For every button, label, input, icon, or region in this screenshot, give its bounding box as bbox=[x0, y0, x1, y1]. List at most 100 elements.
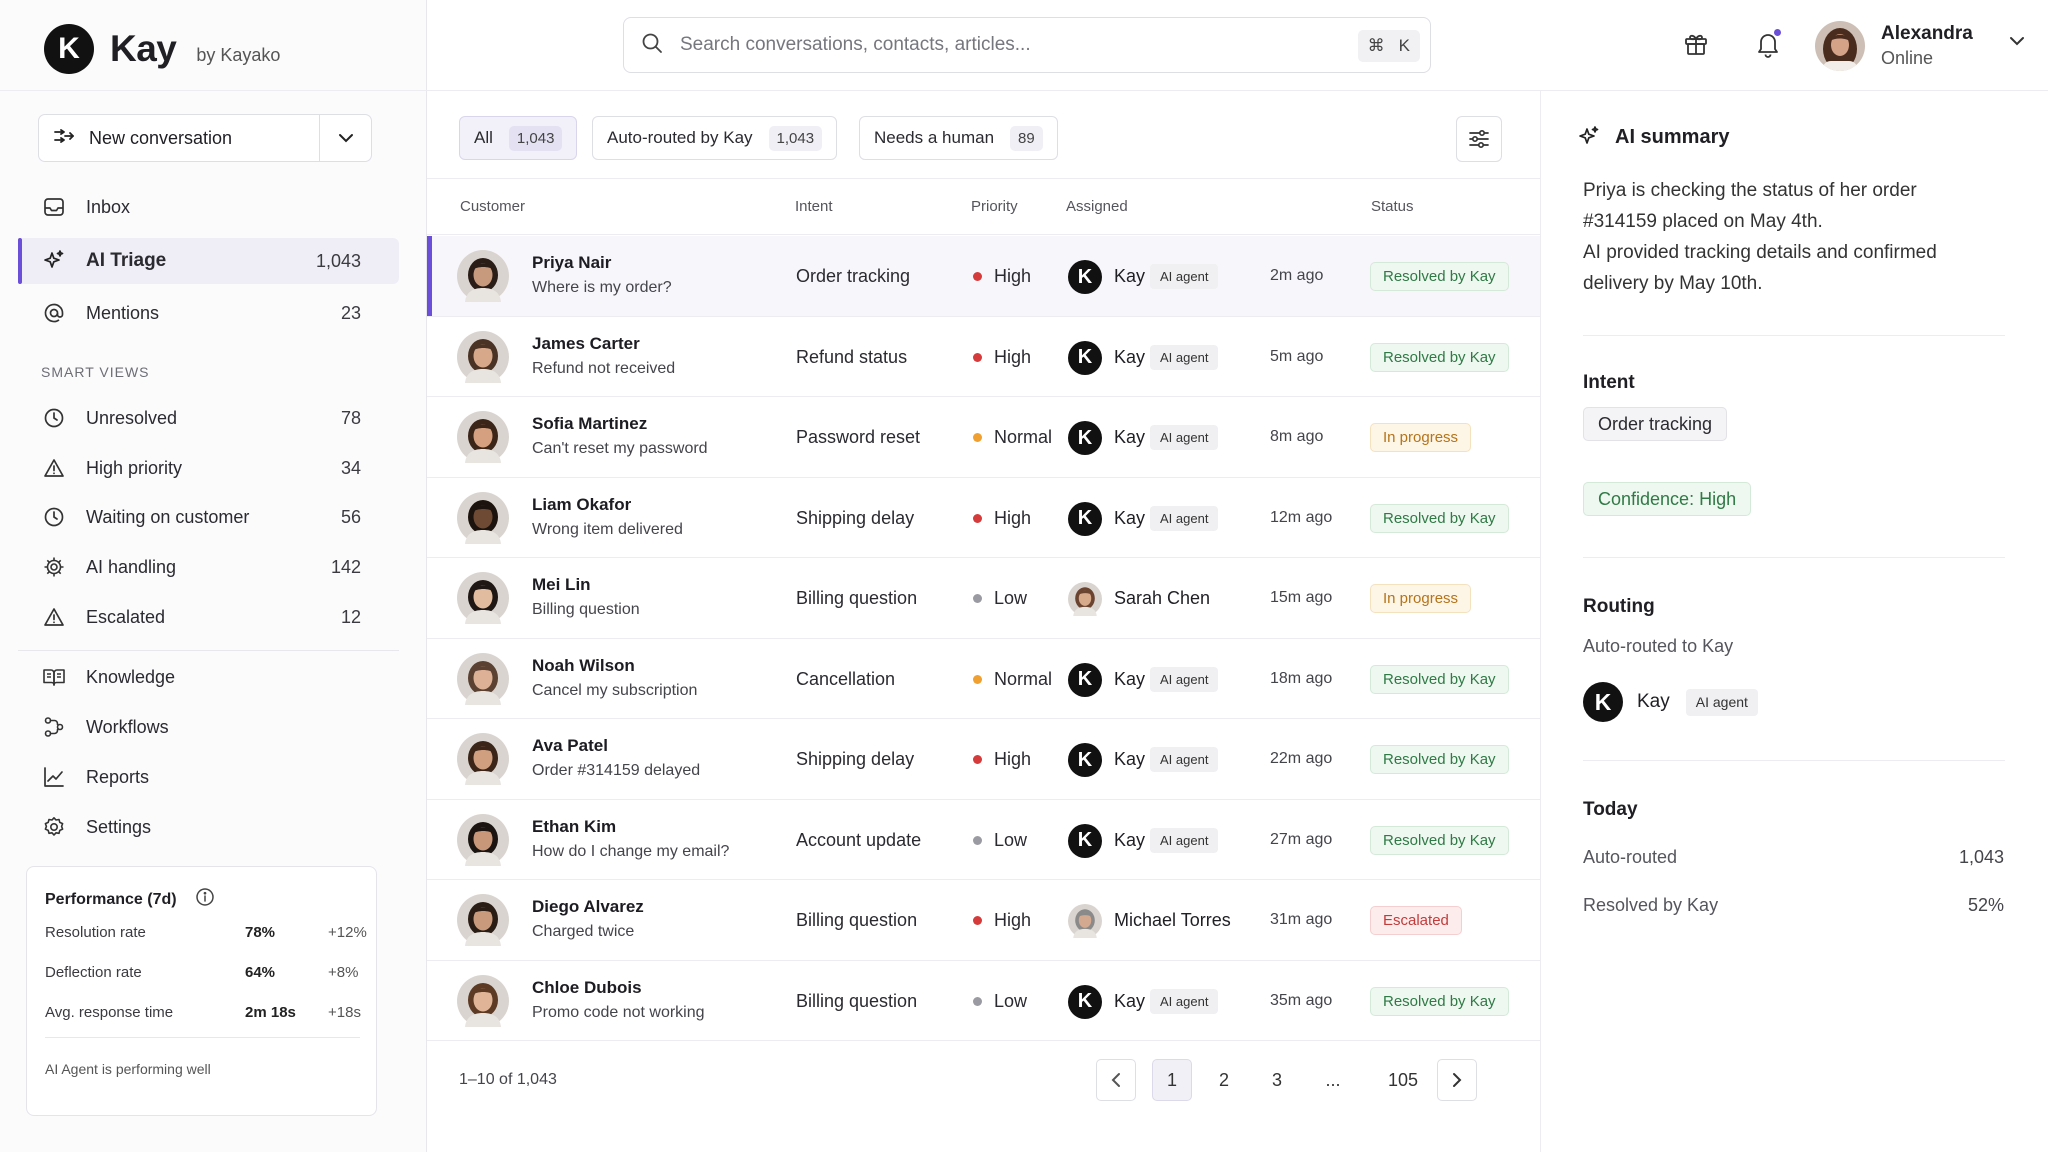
metric-delta: +8% bbox=[328, 964, 359, 981]
gift-button[interactable] bbox=[1680, 28, 1712, 60]
metric-delta: +18s bbox=[328, 1004, 361, 1021]
sidebar-item-label: Waiting on customer bbox=[86, 506, 250, 527]
ai-agent-tag: AI agent bbox=[1150, 425, 1219, 450]
time-ago: 15m ago bbox=[1270, 589, 1333, 606]
search-shortcut-hint: ⌘ K bbox=[1357, 30, 1420, 62]
sidebar-item-label: Workflows bbox=[86, 716, 169, 737]
table-row[interactable]: Diego Alvarez Charged twice Billing ques… bbox=[427, 880, 1540, 960]
new-conversation-button[interactable]: New conversation bbox=[39, 115, 319, 161]
sidebar-item-label: Settings bbox=[86, 816, 152, 837]
table-row[interactable]: Ethan Kim How do I change my email? Acco… bbox=[427, 800, 1540, 880]
routing-heading: Routing bbox=[1583, 596, 1655, 617]
pagination-page-1[interactable]: 1 bbox=[1152, 1059, 1192, 1101]
sidebar-item-ai-handling[interactable]: AI handling 142 bbox=[18, 544, 399, 590]
time-ago: 35m ago bbox=[1270, 991, 1333, 1009]
sidebar-item-waiting-on-customer[interactable]: Waiting on customer 56 bbox=[18, 494, 399, 540]
divider bbox=[1583, 335, 2005, 336]
sidebar-item-high-priority[interactable]: High priority 34 bbox=[18, 445, 399, 491]
filter-tab-auto-routed[interactable]: Auto-routed by Kay 1,043 bbox=[592, 116, 838, 160]
priority-label: High bbox=[994, 266, 1032, 286]
column-header-status[interactable]: Status bbox=[1371, 198, 1414, 215]
performance-title: Performance (7d) bbox=[45, 887, 215, 912]
status-badge: Resolved by Kay bbox=[1370, 825, 1509, 855]
sidebar-item-unresolved[interactable]: Unresolved 78 bbox=[18, 395, 399, 441]
ai-agent-tag: AI agent bbox=[1150, 827, 1219, 853]
table-row[interactable]: Chloe Dubois Promo code not working Bill… bbox=[427, 961, 1540, 1041]
table-row[interactable]: Ava Patel Order #314159 delayed Shipping… bbox=[427, 719, 1540, 799]
info-icon[interactable] bbox=[195, 887, 215, 912]
kay-avatar: K bbox=[1583, 682, 1623, 722]
table-row[interactable]: Liam Okafor Wrong item delivered Shippin… bbox=[427, 478, 1540, 558]
filter-settings-button[interactable] bbox=[1456, 116, 1502, 162]
shortcut-key: K bbox=[1398, 36, 1410, 55]
column-header-assigned[interactable]: Assigned bbox=[1066, 198, 1128, 215]
priority-label: Normal bbox=[994, 427, 1053, 447]
divider bbox=[0, 90, 427, 91]
kay-logo-icon: K bbox=[1068, 984, 1102, 1019]
pagination-page-3[interactable]: 3 bbox=[1257, 1059, 1297, 1101]
new-conversation-dropdown[interactable] bbox=[319, 115, 371, 161]
pagination-page-2[interactable]: 2 bbox=[1204, 1059, 1244, 1101]
metric-delta: +12% bbox=[328, 924, 367, 941]
priority-label: Low bbox=[994, 829, 1028, 850]
customer-subject: How do I change my email? bbox=[532, 842, 730, 860]
customer-subject: Refund not received bbox=[532, 359, 676, 377]
chart-icon bbox=[42, 765, 66, 789]
sidebar-item-label: Escalated bbox=[86, 606, 166, 627]
brand-logo[interactable]: K Kay by Kayako bbox=[44, 22, 280, 76]
new-conversation-label: New conversation bbox=[89, 127, 233, 148]
search-input[interactable] bbox=[680, 34, 1320, 56]
performance-row-deflection: Deflection rate 64% +8% bbox=[45, 964, 360, 988]
assignee-name: Kay bbox=[1114, 668, 1146, 689]
sidebar-item-count: 34 bbox=[340, 457, 361, 478]
pagination-page-last[interactable]: 105 bbox=[1378, 1059, 1428, 1101]
assignee-name: Kay bbox=[1114, 829, 1146, 850]
table-row[interactable]: Noah Wilson Cancel my subscription Cance… bbox=[427, 639, 1540, 719]
priority-cell: High bbox=[973, 266, 1031, 287]
table-row[interactable]: James Carter Refund not received Refund … bbox=[427, 317, 1540, 397]
customer-avatar bbox=[457, 894, 509, 946]
sidebar: K Kay by Kayako New conversation Inbox A… bbox=[0, 0, 427, 1152]
customer-name: Liam Okafor bbox=[532, 494, 632, 514]
sidebar-item-workflows[interactable]: Workflows bbox=[18, 704, 399, 750]
priority-cell: Normal bbox=[973, 427, 1052, 448]
column-header-intent[interactable]: Intent bbox=[795, 198, 833, 215]
table-row[interactable]: Priya Nair Where is my order? Order trac… bbox=[427, 236, 1540, 316]
sidebar-item-escalated[interactable]: Escalated 12 bbox=[18, 594, 399, 640]
inbox-icon bbox=[42, 195, 66, 219]
priority-cell: High bbox=[973, 508, 1031, 529]
sidebar-item-inbox[interactable]: Inbox bbox=[18, 184, 399, 230]
sidebar-item-settings[interactable]: Settings bbox=[18, 804, 399, 850]
table-row[interactable]: Sofia Martinez Can't reset my password P… bbox=[427, 397, 1540, 477]
table-row[interactable]: Mei Lin Billing question Billing questio… bbox=[427, 558, 1540, 638]
sidebar-item-reports[interactable]: Reports bbox=[18, 754, 399, 800]
notifications-button[interactable] bbox=[1752, 28, 1784, 60]
sidebar-item-mentions[interactable]: Mentions 23 bbox=[18, 290, 399, 336]
filter-tab-all[interactable]: All 1,043 bbox=[459, 116, 578, 160]
pagination-prev-button[interactable] bbox=[1096, 1059, 1136, 1101]
time-ago: 5m ago bbox=[1270, 347, 1324, 365]
customer-avatar-image bbox=[457, 491, 509, 544]
kay-logo-icon: K bbox=[1068, 340, 1102, 375]
divider bbox=[1583, 760, 2005, 761]
divider bbox=[427, 1040, 1540, 1041]
pagination-next-button[interactable] bbox=[1437, 1059, 1477, 1101]
filter-label: All bbox=[474, 128, 493, 147]
column-header-priority[interactable]: Priority bbox=[971, 198, 1018, 215]
global-search[interactable]: ⌘ K bbox=[623, 17, 1431, 73]
filter-count: 1,043 bbox=[768, 125, 823, 151]
assignee-name: Kay bbox=[1114, 749, 1146, 769]
metric-label: Deflection rate bbox=[45, 964, 142, 981]
assignee-name: Kay bbox=[1114, 346, 1146, 367]
sidebar-item-knowledge[interactable]: Knowledge bbox=[18, 654, 399, 700]
user-menu[interactable]: Alexandra Online bbox=[1815, 20, 2025, 72]
filter-tab-needs-human[interactable]: Needs a human 89 bbox=[859, 116, 1058, 160]
column-header-customer[interactable]: Customer bbox=[460, 198, 525, 215]
sidebar-item-label: Inbox bbox=[86, 196, 131, 217]
time-ago: 27m ago bbox=[1270, 830, 1333, 848]
clock-icon bbox=[42, 505, 66, 529]
sidebar-item-ai-triage[interactable]: AI Triage 1,043 bbox=[18, 238, 399, 284]
status-badge: Resolved by Kay bbox=[1370, 342, 1509, 372]
priority-dot bbox=[973, 755, 982, 764]
book-icon bbox=[42, 665, 66, 689]
